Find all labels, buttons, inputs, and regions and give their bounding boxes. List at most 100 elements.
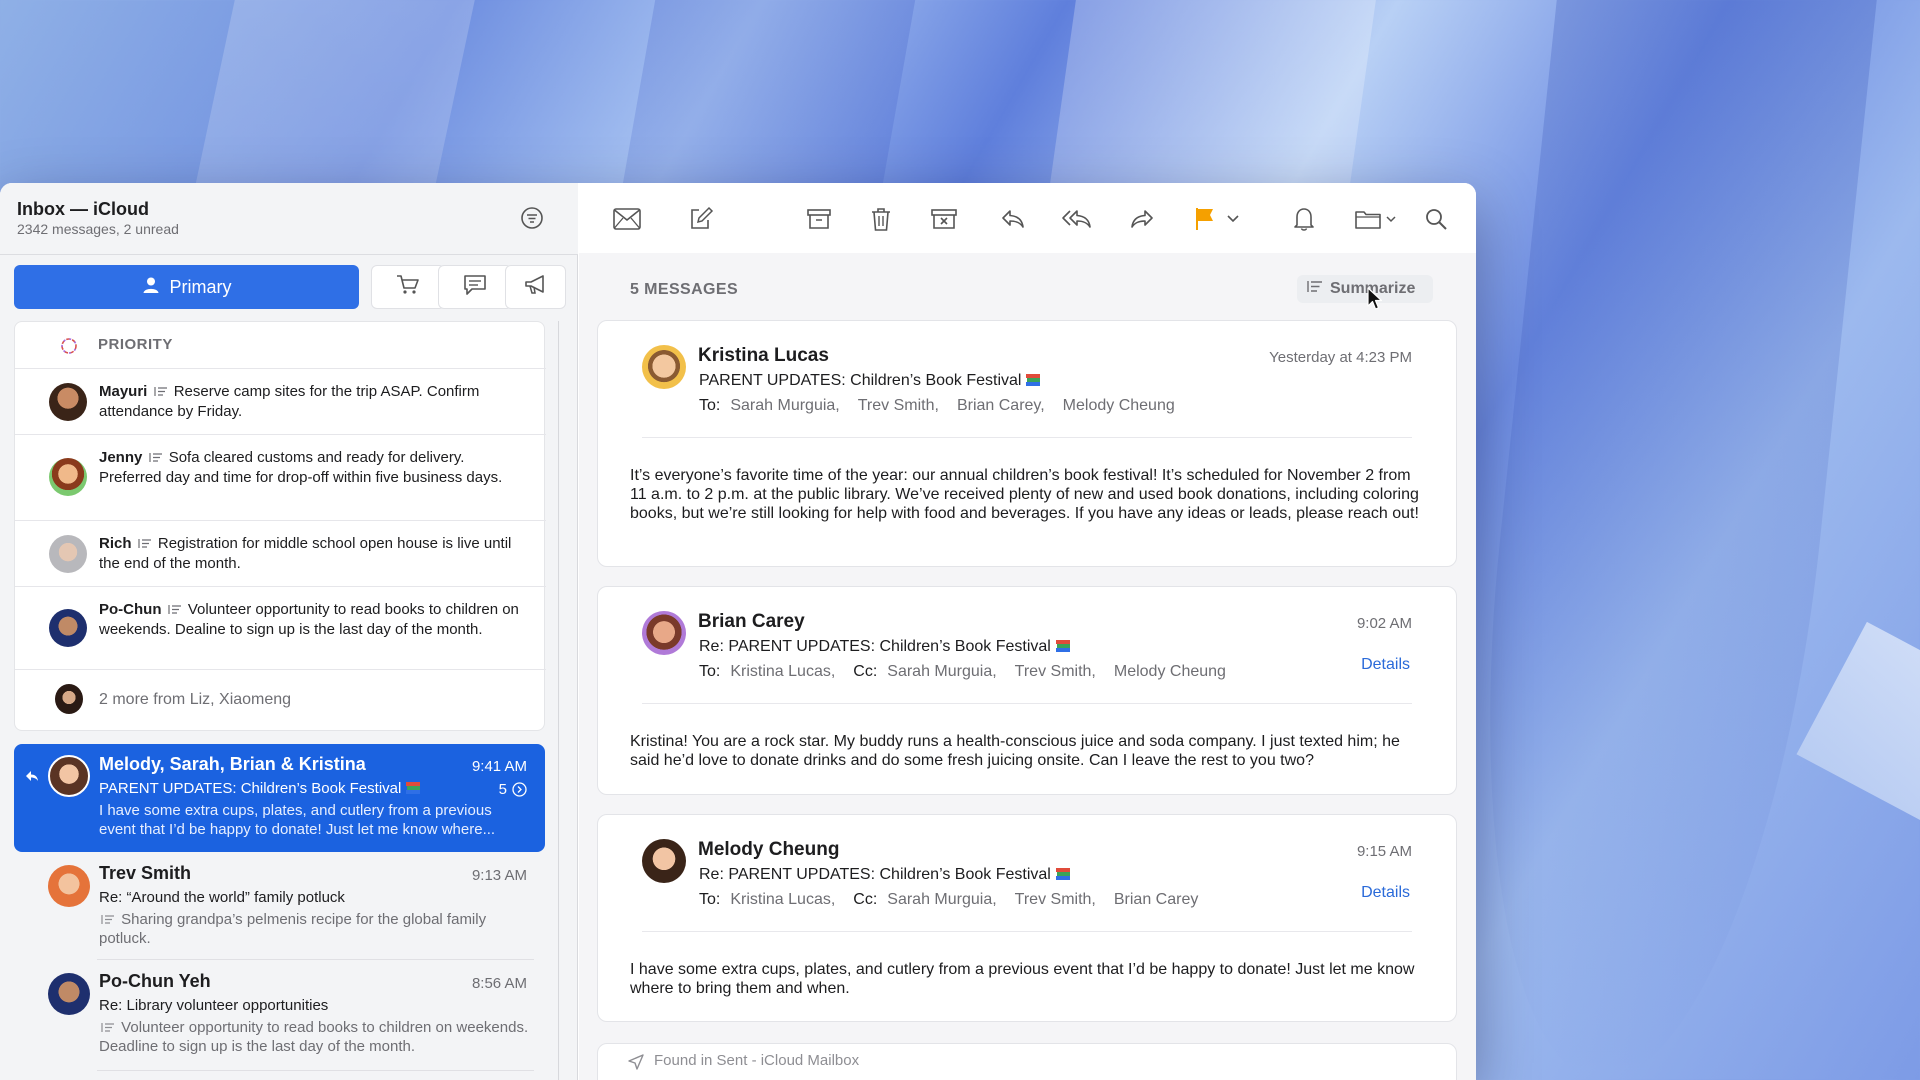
details-link[interactable]: Details <box>1361 656 1410 674</box>
avatar <box>49 458 87 496</box>
tab-transactions[interactable] <box>371 265 445 309</box>
priority-sender: Jenny <box>99 449 143 466</box>
to-label: To: <box>699 891 721 908</box>
scrollbar[interactable] <box>558 321 559 1080</box>
recipient[interactable]: Sarah Murguia, <box>730 397 839 414</box>
mailbox-subtitle: 2342 messages, 2 unread <box>17 221 179 237</box>
message-row-selected[interactable]: Melody, Sarah, Brian & Kristina 9:41 AM … <box>14 744 545 852</box>
folder-icon[interactable] <box>1353 204 1399 234</box>
card-time: 9:15 AM <box>1356 843 1412 860</box>
message-preview: Sharing grandpa’s pelmenis recipe for th… <box>99 910 529 948</box>
trash-icon[interactable] <box>865 204 897 234</box>
priority-more-label: 2 more from Liz, Xiaomeng <box>99 691 292 708</box>
avatar <box>48 755 90 797</box>
category-tabs: Primary <box>14 265 566 309</box>
card-time: 9:02 AM <box>1356 615 1412 632</box>
recipient[interactable]: Sarah Murguia, <box>887 891 996 908</box>
priority-item[interactable]: Mayuri Reserve camp sites for the trip A… <box>15 368 546 434</box>
forward-icon[interactable] <box>1126 204 1158 234</box>
junk-icon[interactable] <box>928 204 960 234</box>
recipient[interactable]: Trev Smith, <box>858 397 939 414</box>
recipient[interactable]: Brian Carey, <box>957 397 1045 414</box>
summarize-icon <box>101 911 115 924</box>
recipient[interactable]: Sarah Murguia, <box>887 663 996 680</box>
avatar <box>49 609 87 647</box>
pointer-cursor-icon <box>1367 287 1383 316</box>
books-emoji-icon <box>405 781 421 795</box>
reading-pane: 5 MESSAGES Summarize Kristina Lucas Yest… <box>579 183 1476 1080</box>
message-subject-text: PARENT UPDATES: Children’s Book Festival <box>99 780 402 797</box>
recipient[interactable]: Melody Cheung <box>1114 663 1226 680</box>
reply-all-icon[interactable] <box>1058 204 1096 234</box>
tab-promotions[interactable] <box>505 265 566 309</box>
message-card: Melody Cheung 9:15 AM Re: PARENT UPDATES… <box>597 814 1457 1022</box>
card-subject-text: PARENT UPDATES: Children’s Book Festival <box>699 372 1022 389</box>
card-body: It’s everyone’s favorite time of the yea… <box>630 467 1419 522</box>
row-divider <box>97 1070 534 1071</box>
found-in-sent-card[interactable]: Found in Sent - iCloud Mailbox <box>597 1043 1457 1080</box>
priority-item[interactable]: Jenny Sofa cleared customs and ready for… <box>15 434 546 520</box>
recipient[interactable]: Melody Cheung <box>1063 397 1175 414</box>
summarize-icon <box>153 383 168 396</box>
details-link[interactable]: Details <box>1361 884 1410 902</box>
person-icon <box>142 276 160 299</box>
priority-item[interactable]: Po-Chun Volunteer opportunity to read bo… <box>15 586 546 669</box>
priority-section: PRIORITY Mayuri Reserve camp sites for t… <box>14 321 546 731</box>
recipient[interactable]: Brian Carey <box>1114 891 1198 908</box>
priority-item-text: Mayuri Reserve camp sites for the trip A… <box>99 382 519 421</box>
recipient[interactable]: Trev Smith, <box>1015 891 1096 908</box>
bell-icon[interactable] <box>1288 204 1320 234</box>
card-divider <box>642 437 1412 438</box>
message-card: Brian Carey 9:02 AM Re: PARENT UPDATES: … <box>597 586 1457 795</box>
envelope-icon[interactable] <box>611 204 643 234</box>
priority-icon <box>59 336 79 361</box>
avatar <box>642 345 686 389</box>
avatar <box>642 839 686 883</box>
message-sender: Po-Chun Yeh <box>99 971 211 991</box>
wallpaper-streak <box>1443 0 1877 1080</box>
archive-icon[interactable] <box>803 204 835 234</box>
priority-item[interactable]: Rich Registration for middle school open… <box>15 520 546 586</box>
mailbox-header: Inbox — iCloud 2342 messages, 2 unread <box>0 183 578 255</box>
cart-icon <box>396 274 420 301</box>
message-row[interactable]: Po-Chun Yeh 8:56 AM Re: Library voluntee… <box>14 961 545 1071</box>
avatar <box>48 973 90 1015</box>
message-preview-text: Volunteer opportunity to read books to c… <box>99 1019 529 1055</box>
reply-icon[interactable] <box>997 204 1029 234</box>
tab-updates[interactable] <box>438 265 512 309</box>
message-preview: Volunteer opportunity to read books to c… <box>99 1018 529 1056</box>
card-recipients: To: Sarah Murguia, Trev Smith, Brian Carey,… <box>699 397 1193 415</box>
books-emoji-icon <box>1025 373 1041 387</box>
search-icon[interactable] <box>1420 204 1452 234</box>
priority-sender: Rich <box>99 535 132 552</box>
card-subject: PARENT UPDATES: Children’s Book Festival <box>699 372 1041 390</box>
card-sender: Melody Cheung <box>698 839 840 860</box>
priority-item-text: Po-Chun Volunteer opportunity to read bo… <box>99 600 519 639</box>
tab-primary[interactable]: Primary <box>14 265 359 309</box>
priority-summary: Volunteer opportunity to read books to c… <box>99 601 519 638</box>
thread-message-count: 5 MESSAGES <box>630 281 739 298</box>
message-preview-text: Sharing grandpa’s pelmenis recipe for th… <box>99 911 487 947</box>
summarize-button[interactable]: Summarize <box>1297 275 1433 303</box>
chevron-circle-icon <box>512 782 527 797</box>
recipient[interactable]: Kristina Lucas, <box>730 663 835 680</box>
message-preview: I have some extra cups, plates, and cutl… <box>99 802 496 838</box>
message-subject: Re: Library volunteer opportunities <box>99 997 329 1014</box>
filter-icon[interactable] <box>519 205 545 231</box>
card-body: Kristina! You are a rock star. My buddy … <box>630 733 1400 769</box>
thread-count-value: 5 <box>498 781 507 798</box>
priority-more[interactable]: 2 more from Liz, Xiaomeng <box>15 669 546 731</box>
priority-item-text: Jenny Sofa cleared customs and ready for… <box>99 448 519 487</box>
recipient[interactable]: Trev Smith, <box>1015 663 1096 680</box>
priority-item-text: Rich Registration for middle school open… <box>99 534 519 573</box>
message-card: Kristina Lucas Yesterday at 4:23 PM PARE… <box>597 320 1457 567</box>
priority-heading: PRIORITY <box>98 336 173 353</box>
mailbox-title: Inbox — iCloud <box>17 199 149 219</box>
card-body: I have some extra cups, plates, and cutl… <box>630 961 1415 997</box>
compose-icon[interactable] <box>685 204 717 234</box>
chevron-down-icon[interactable] <box>1223 204 1243 234</box>
flag-icon[interactable] <box>1189 204 1221 234</box>
message-row[interactable]: Trev Smith 9:13 AM Re: “Around the world… <box>14 853 545 958</box>
summarize-icon <box>1307 280 1323 298</box>
recipient[interactable]: Kristina Lucas, <box>730 891 835 908</box>
